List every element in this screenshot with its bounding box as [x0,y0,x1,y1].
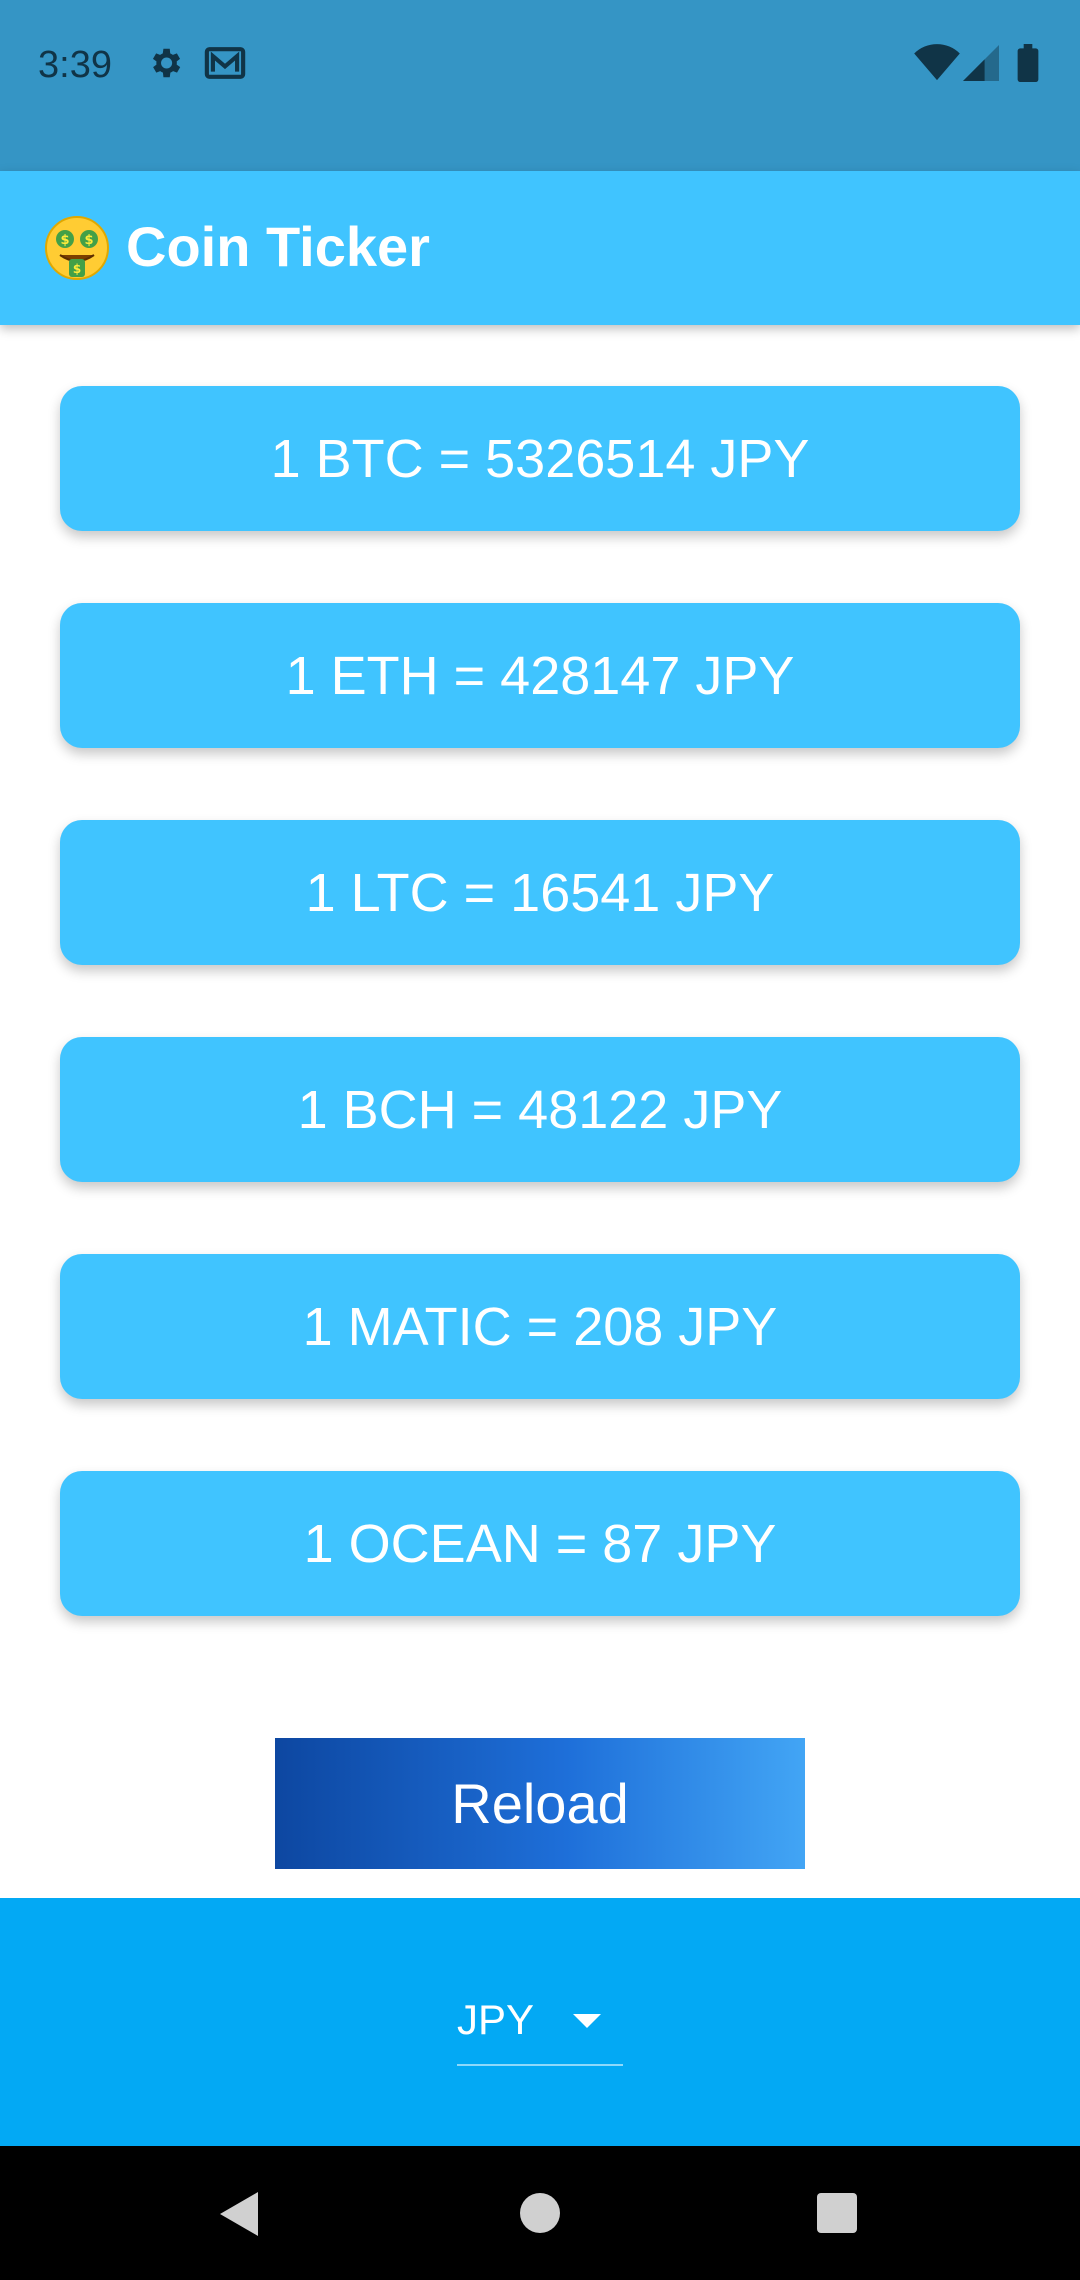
app-bar: $ $ $ Coin Ticker [0,171,1080,325]
recents-icon[interactable] [817,2193,857,2233]
gear-icon [146,44,184,87]
signal-icon [963,44,999,87]
svg-text:$: $ [60,233,69,248]
currency-selected-value: JPY [457,1996,535,2043]
status-time: 3:39 [38,44,112,86]
reload-button[interactable]: Reload [275,1738,805,1869]
app-title: Coin Ticker [126,215,430,278]
rate-text: 1 MATIC = 208 JPY [302,1296,778,1357]
svg-text:$: $ [73,262,81,276]
rate-text: 1 OCEAN = 87 JPY [303,1513,777,1574]
mail-icon [204,44,246,87]
rate-card-bch[interactable]: 1 BCH = 48122 JPY [60,1037,1020,1182]
battery-icon [1017,44,1039,87]
back-icon[interactable] [218,2190,260,2243]
rate-card-ocean[interactable]: 1 OCEAN = 87 JPY [60,1471,1020,1616]
rates-list: 1 BTC = 5326514 JPY 1 ETH = 428147 JPY 1… [0,325,1080,1898]
rate-text: 1 BCH = 48122 JPY [297,1079,783,1140]
home-icon[interactable] [520,2193,560,2233]
rate-text: 1 LTC = 16541 JPY [305,862,775,923]
rate-card-ltc[interactable]: 1 LTC = 16541 JPY [60,820,1020,965]
rate-text: 1 BTC = 5326514 JPY [270,428,810,489]
currency-dropdown[interactable]: JPY [457,1998,623,2066]
rate-card-eth[interactable]: 1 ETH = 428147 JPY [60,603,1020,748]
rate-card-matic[interactable]: 1 MATIC = 208 JPY [60,1254,1020,1399]
rate-card-btc[interactable]: 1 BTC = 5326514 JPY [60,386,1020,531]
chevron-down-icon [573,2014,601,2028]
rate-text: 1 ETH = 428147 JPY [285,645,795,706]
system-nav-bar [0,2146,1080,2280]
money-mouth-face-icon: $ $ $ [44,215,110,281]
svg-text:$: $ [84,233,93,248]
status-bar: 3:39 [0,0,1080,171]
currency-panel: JPY [0,1898,1080,2146]
wifi-icon [914,44,960,87]
